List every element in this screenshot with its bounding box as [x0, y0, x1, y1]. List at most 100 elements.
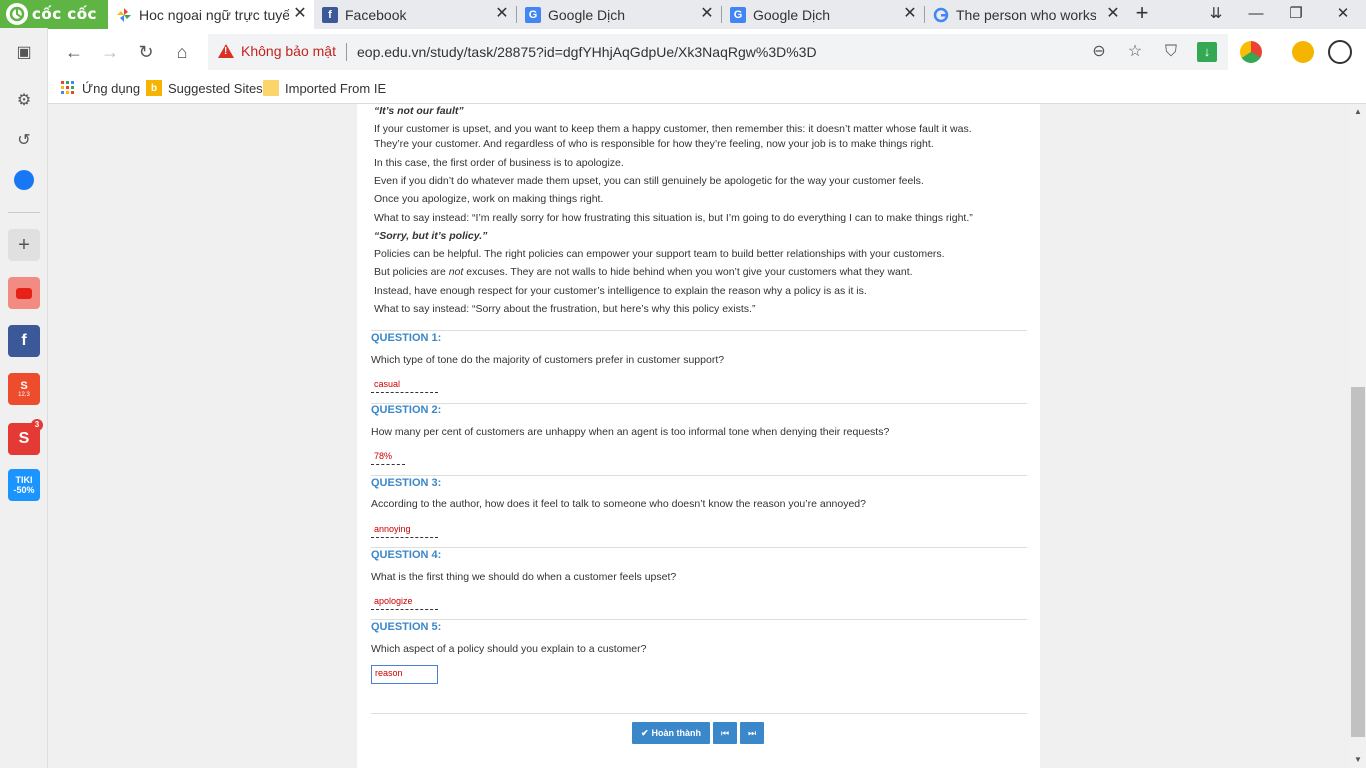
reload-icon[interactable]: ↻ [133, 39, 159, 65]
forward-icon[interactable]: → [97, 39, 123, 65]
question-2-answer[interactable]: 78% [371, 446, 405, 465]
close-tab-icon[interactable]: ✕ [699, 6, 715, 22]
tab-title: The person who works [956, 6, 1096, 23]
zoom-out-icon[interactable]: ⊖ [1089, 42, 1109, 62]
google-translate-icon: G [730, 6, 746, 23]
extension-icon[interactable] [1240, 41, 1262, 63]
skip-forward-icon[interactable]: ⏭ [740, 722, 764, 744]
youtube-icon[interactable] [8, 277, 40, 309]
sidebar-divider [8, 212, 40, 213]
emoji-extension-icon[interactable] [1292, 41, 1314, 63]
restore-button[interactable]: ❐ [1276, 0, 1316, 29]
add-icon[interactable]: + [8, 229, 40, 261]
facebook-icon[interactable]: f [8, 325, 40, 357]
question-1-answer[interactable]: casual [371, 374, 438, 393]
warning-icon: ! [218, 44, 234, 58]
question-5-title: QUESTION 5: [371, 621, 442, 633]
section-heading: “Sorry, but it’s policy.” [374, 230, 488, 242]
question-1-title: QUESTION 1: [371, 332, 442, 344]
text-segment: excuses. They are not walls to hide behi… [463, 266, 913, 278]
tab-2[interactable]: f Facebook ✕ [314, 0, 516, 29]
article-line: In this case, the first order of busines… [374, 157, 624, 169]
bookmark-label: Ứng dụng [82, 80, 141, 96]
brand-area[interactable]: cốc cốc [0, 0, 108, 29]
question-5-answer[interactable]: reason [371, 665, 438, 684]
history-icon[interactable]: ↺ [8, 124, 40, 156]
tab-search-icon[interactable]: ⇊ [1196, 0, 1236, 29]
tab-4[interactable]: G Google Dịch ✕ [722, 0, 924, 29]
shield-icon[interactable]: ⛉ [1161, 42, 1181, 62]
security-warning[interactable]: ! Không bảo mật [218, 43, 336, 59]
article-line: Even if you didn’t do whatever made them… [374, 175, 924, 187]
question-5-text: Which aspect of a policy should you expl… [371, 643, 647, 655]
tiki-icon[interactable]: TIKI -50% [8, 469, 40, 501]
vertical-scrollbar[interactable]: ▲ ▼ [1350, 104, 1366, 768]
bookmark-imported-ie[interactable]: Imported From IE [263, 80, 386, 96]
home-icon[interactable]: ⌂ [169, 39, 195, 65]
sidebar-toggle-icon[interactable]: ▣ [8, 36, 40, 68]
emphasis-text: not [448, 266, 464, 278]
question-3-title: QUESTION 3: [371, 477, 442, 489]
scroll-thumb[interactable] [1351, 387, 1365, 737]
skip-back-icon[interactable]: ⏮ [713, 722, 737, 744]
page-viewport: “It’s not our fault” If your customer is… [48, 104, 1350, 768]
tab-title: Google Dịch [753, 6, 831, 23]
tab-title: Hoc ngoai ngữ trực tuyế [139, 6, 289, 23]
brand-name: cốc cốc [32, 5, 97, 23]
coccoc-logo-icon [6, 3, 28, 25]
shopee-icon[interactable]: S 12.3 [8, 373, 40, 405]
bookmark-suggested-sites[interactable]: b Suggested Sites [146, 80, 263, 96]
question-4-answer[interactable]: apologize [371, 591, 438, 610]
close-tab-icon[interactable]: ✕ [494, 6, 510, 22]
bookmarks-bar: Ứng dụng b Suggested Sites Imported From… [0, 75, 1366, 104]
question-divider [371, 330, 1027, 331]
close-tab-icon[interactable]: ✕ [902, 6, 918, 22]
google-icon [933, 7, 949, 23]
article-line: Once you apologize, work on making thing… [374, 193, 604, 205]
close-window-button[interactable]: ✕ [1323, 0, 1363, 29]
question-divider [371, 475, 1027, 476]
question-3-text: According to the author, how does it fee… [371, 498, 866, 510]
tab-title: Google Dịch [548, 6, 626, 23]
section-heading: “It’s not our fault” [374, 105, 464, 117]
gear-icon[interactable]: ⚙ [8, 84, 40, 116]
notification-badge: 3 [31, 419, 43, 431]
tab-5[interactable]: The person who works ✕ [925, 0, 1127, 29]
url-text[interactable]: eop.edu.vn/study/task/28875?id=dgfYHhjAq… [357, 44, 817, 60]
url-divider [346, 43, 347, 61]
download-icon[interactable]: ↓ [1197, 42, 1217, 62]
question-3-answer[interactable]: annoying [371, 519, 438, 538]
scroll-up-icon[interactable]: ▲ [1350, 104, 1366, 120]
question-1-text: Which type of tone do the majority of cu… [371, 354, 725, 366]
minimize-button[interactable]: — [1236, 0, 1276, 29]
close-tab-icon[interactable]: ✕ [1105, 6, 1121, 22]
tab-1[interactable]: Hoc ngoai ngữ trực tuyế ✕ [108, 0, 314, 29]
back-icon[interactable]: ← [61, 39, 87, 65]
bookmark-label: Suggested Sites [168, 80, 263, 96]
tab-strip: cốc cốc Hoc ngoai ngữ trực tuyế ✕ f Face… [0, 0, 1366, 29]
star-icon[interactable]: ☆ [1125, 42, 1145, 62]
finish-label: Hoàn thành [651, 728, 702, 738]
text-segment: But policies are [374, 266, 449, 278]
toolbar: ← → ↻ ⌂ ! Không bảo mật eop.edu.vn/study… [0, 29, 1366, 75]
address-bar[interactable]: ! Không bảo mật eop.edu.vn/study/task/28… [208, 34, 1228, 70]
bookmark-label: Imported From IE [285, 80, 387, 96]
question-4-title: QUESTION 4: [371, 549, 442, 561]
tab-3[interactable]: G Google Dịch ✕ [517, 0, 721, 29]
sendo-icon[interactable]: S3 [8, 419, 43, 455]
messenger-icon[interactable] [8, 164, 40, 196]
scroll-down-icon[interactable]: ▼ [1350, 752, 1366, 768]
security-label: Không bảo mật [241, 43, 336, 59]
sidebar: ▣ ⚙ ↺ + f S 12.3 S3 TIKI -50% [0, 28, 48, 768]
new-tab-button[interactable]: + [1131, 2, 1153, 25]
tab-title: Facebook [345, 6, 407, 23]
finish-button[interactable]: ✔ Hoàn thành [632, 722, 710, 744]
bookmark-apps[interactable]: Ứng dụng [60, 80, 140, 96]
close-tab-icon[interactable]: ✕ [292, 6, 308, 22]
article-line: Instead, have enough respect for your cu… [374, 285, 867, 297]
article-line: What to say instead: “Sorry about the fr… [374, 303, 756, 315]
shopee-sub-label: 12.3 [18, 392, 30, 398]
bing-icon: b [146, 80, 162, 96]
apps-grid-icon [60, 80, 76, 96]
profile-avatar[interactable] [1328, 40, 1352, 64]
